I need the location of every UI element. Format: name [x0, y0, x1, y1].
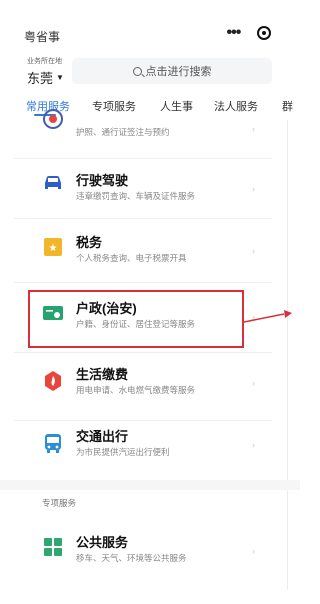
car-icon [45, 176, 61, 189]
service-desc: 违章缴罚查询、车辆及证件服务 [76, 191, 196, 201]
close-miniprogram-icon[interactable] [257, 26, 272, 40]
list-item-tax[interactable]: ★ 税务 个人税务查询、电子税票开具 › [0, 228, 300, 290]
search-placeholder: 点击进行搜索 [145, 66, 212, 78]
location-city-dropdown[interactable]: 东莞 ▼ [27, 68, 64, 87]
miniprogram-capsule[interactable]: ••• [218, 20, 280, 46]
service-title: 公共服务 [76, 535, 129, 550]
passport-icon [43, 109, 63, 129]
tax-icon: ★ [44, 238, 62, 256]
caret-down-icon: ▼ [56, 73, 64, 82]
divider [14, 158, 272, 159]
search-input[interactable]: 点击进行搜索 [72, 58, 272, 84]
chevron-right-icon: › [252, 246, 255, 256]
section-label: 专项服务 [42, 498, 77, 508]
service-title: 行驶驾驶 [76, 173, 129, 188]
more-icon[interactable]: ••• [227, 25, 242, 41]
chevron-right-icon: › [252, 124, 255, 134]
svg-text:★: ★ [49, 243, 58, 254]
location-city: 东莞 [27, 71, 54, 86]
divider [14, 218, 272, 219]
list-item-transportation[interactable]: 交通出行 为市民提供汽运出行便利 › [0, 422, 300, 484]
chevron-right-icon: › [252, 440, 255, 450]
arrow-right-icon [244, 310, 292, 323]
app-title: 粤省事 [24, 30, 61, 44]
bus-icon [45, 434, 61, 453]
grid-icon [44, 538, 62, 556]
location-label: 业务所在地 [27, 58, 62, 65]
service-title: 税务 [76, 235, 103, 250]
service-title: 交通出行 [76, 429, 129, 444]
divider [14, 352, 272, 353]
list-item-utility-payment[interactable]: 生活缴费 用电申请、水电燃气缴费等服务 › [0, 360, 300, 422]
top-bar: 粤省事 ••• [0, 0, 300, 50]
section-separator [0, 480, 300, 490]
service-desc: 为市民提供汽运出行便利 [76, 447, 170, 457]
service-title: 生活缴费 [76, 367, 129, 382]
highlight-box [28, 290, 244, 348]
chevron-right-icon: › [252, 378, 255, 388]
list-item-public-services[interactable]: 公共服务 移车、天气、环境等公共服务 › [0, 524, 300, 586]
location-selector[interactable]: 业务所在地 东莞 ▼ [27, 56, 64, 87]
service-desc: 护照、通行证签注与预约 [76, 127, 170, 137]
service-desc: 用电申请、水电燃气缴费等服务 [76, 385, 196, 395]
divider [14, 282, 272, 283]
chevron-right-icon: › [252, 546, 255, 556]
chevron-right-icon: › [252, 184, 255, 194]
flame-icon [45, 371, 61, 391]
list-item-passport[interactable]: 护照、通行证签注与预约 › [0, 109, 300, 146]
service-desc: 移车、天气、环境等公共服务 [76, 553, 187, 563]
search-icon [132, 66, 142, 76]
divider [14, 420, 272, 421]
service-desc: 个人税务查询、电子税票开具 [76, 253, 187, 263]
